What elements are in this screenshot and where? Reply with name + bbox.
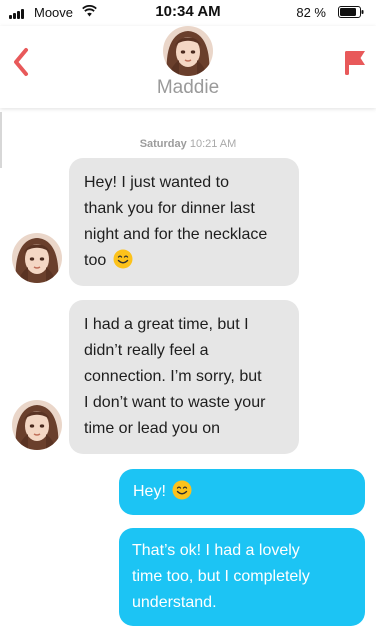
message-line: I had a great time, but I xyxy=(84,316,249,333)
timestamp-day: Saturday xyxy=(139,138,187,150)
avatar-portrait xyxy=(12,400,62,450)
message-line: night and for the necklace xyxy=(84,226,268,243)
contact-name: Maddie xyxy=(156,77,220,98)
message-line: I don’t want to waste your xyxy=(84,394,266,411)
outgoing-message-bubble[interactable]: That’s ok! I had a lovely time too, but … xyxy=(119,528,365,626)
message-line: Hey! xyxy=(133,479,351,505)
message-line: too xyxy=(84,248,285,274)
contact-avatar[interactable] xyxy=(163,26,213,76)
timestamp-time: 10:21 AM xyxy=(189,138,237,150)
message-line: thank you for dinner last xyxy=(84,200,255,217)
message-timestamp: Saturday 10:21 AM xyxy=(0,138,376,150)
outgoing-message-bubble[interactable]: Hey! xyxy=(119,469,365,515)
incoming-message-bubble[interactable]: Hey! I just wanted to thank you for dinn… xyxy=(69,158,299,286)
avatar-portrait xyxy=(163,26,213,76)
smiling-face-emoji-icon xyxy=(113,249,133,269)
message-line-text: Hey! xyxy=(133,483,166,500)
message-line-text: too xyxy=(84,252,107,269)
message-line: time or lead you on xyxy=(84,420,221,437)
message-line: didn’t really feel a xyxy=(84,342,209,359)
incoming-message-bubble[interactable]: I had a great time, but I didn’t really … xyxy=(69,300,299,454)
report-flag-button[interactable] xyxy=(342,48,368,78)
battery-icon xyxy=(338,6,364,18)
avatar-portrait xyxy=(12,233,62,283)
smiling-face-emoji-icon xyxy=(172,480,192,500)
sender-avatar[interactable] xyxy=(12,233,62,283)
conversation-header: Maddie xyxy=(0,26,376,108)
message-line: That’s ok! I had a lovely xyxy=(132,542,300,559)
message-line: understand. xyxy=(132,594,217,611)
battery-percentage: 82 % xyxy=(296,5,326,20)
message-line: connection. I’m sorry, but xyxy=(84,368,262,385)
message-line: time too, but I completely xyxy=(132,568,310,585)
sender-avatar[interactable] xyxy=(12,400,62,450)
status-bar: Moove 10:34 AM 82 % xyxy=(0,0,376,26)
back-button[interactable] xyxy=(10,46,32,78)
message-line: Hey! I just wanted to xyxy=(84,174,229,191)
